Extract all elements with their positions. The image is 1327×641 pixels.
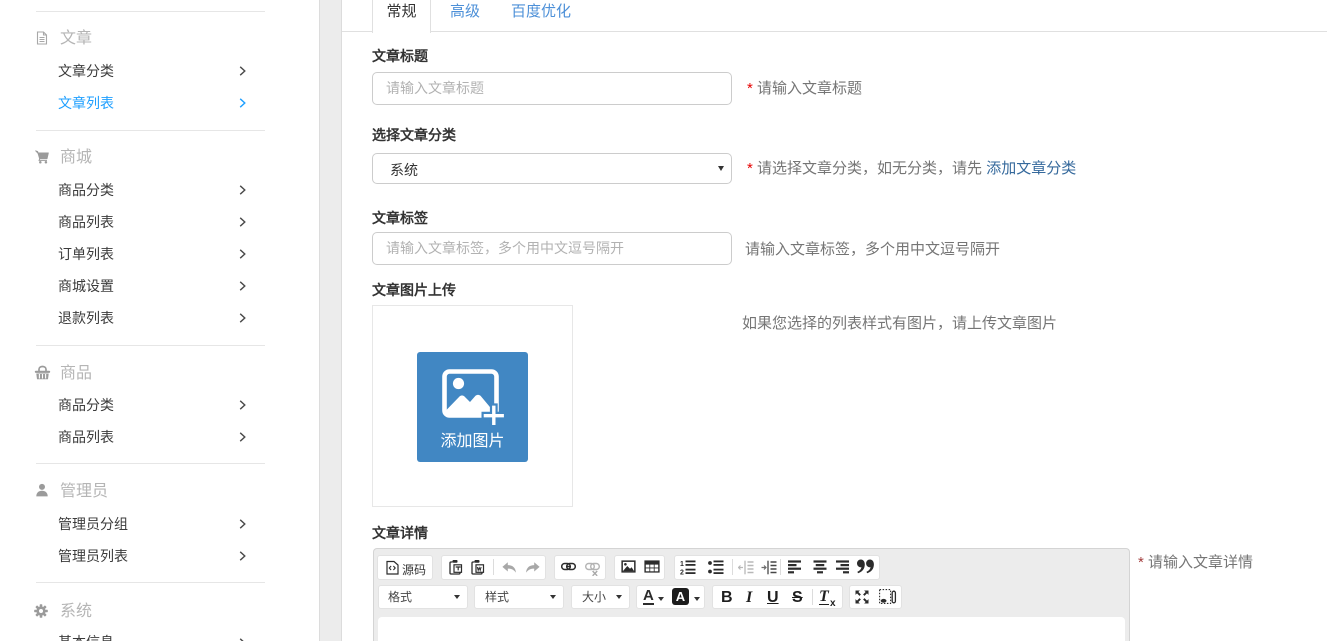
svg-text:1: 1: [680, 561, 684, 568]
svg-text:2: 2: [680, 570, 684, 576]
